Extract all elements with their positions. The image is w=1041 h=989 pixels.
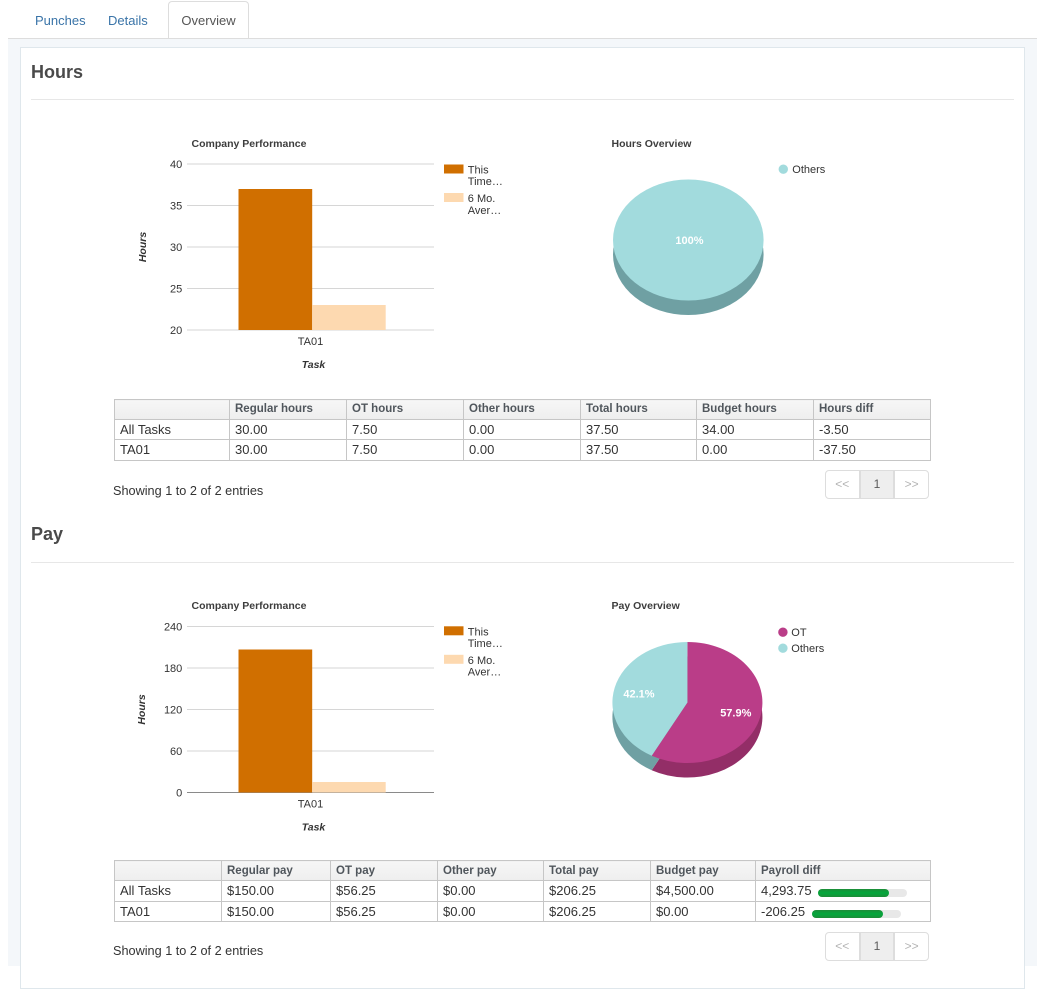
svg-text:Aver…: Aver…: [468, 205, 501, 217]
svg-text:Company Performance: Company Performance: [192, 600, 307, 612]
svg-text:Task: Task: [302, 359, 327, 371]
svg-text:Aver…: Aver…: [468, 667, 501, 679]
svg-text:6 Mo.: 6 Mo.: [468, 193, 496, 205]
svg-text:180: 180: [164, 663, 182, 675]
svg-text:Company Performance: Company Performance: [192, 138, 307, 150]
svg-text:42.1%: 42.1%: [623, 688, 654, 700]
svg-text:120: 120: [164, 705, 182, 717]
svg-text:Hours: Hours: [137, 232, 149, 262]
svg-text:30: 30: [170, 242, 182, 254]
svg-text:20: 20: [170, 325, 182, 337]
svg-text:Time…: Time…: [468, 638, 503, 650]
svg-text:40: 40: [170, 159, 182, 171]
svg-text:35: 35: [170, 201, 182, 213]
svg-text:Others: Others: [791, 643, 825, 655]
svg-text:Task: Task: [302, 822, 327, 834]
svg-text:57.9%: 57.9%: [720, 708, 751, 720]
svg-text:240: 240: [164, 622, 182, 634]
svg-text:6 Mo.: 6 Mo.: [468, 655, 496, 667]
svg-text:Hours Overview: Hours Overview: [612, 138, 693, 150]
svg-text:Others: Others: [792, 164, 826, 176]
svg-text:TA01: TA01: [298, 336, 323, 348]
svg-text:Hours: Hours: [136, 694, 148, 724]
svg-text:OT: OT: [791, 627, 807, 639]
svg-text:Pay Overview: Pay Overview: [612, 600, 681, 612]
svg-text:This: This: [468, 165, 489, 177]
svg-text:0: 0: [176, 788, 182, 800]
svg-text:60: 60: [170, 746, 182, 758]
svg-text:100%: 100%: [675, 235, 703, 247]
svg-text:25: 25: [170, 284, 182, 296]
svg-text:Time…: Time…: [468, 176, 503, 188]
svg-text:TA01: TA01: [298, 798, 323, 810]
svg-text:This: This: [468, 626, 489, 638]
